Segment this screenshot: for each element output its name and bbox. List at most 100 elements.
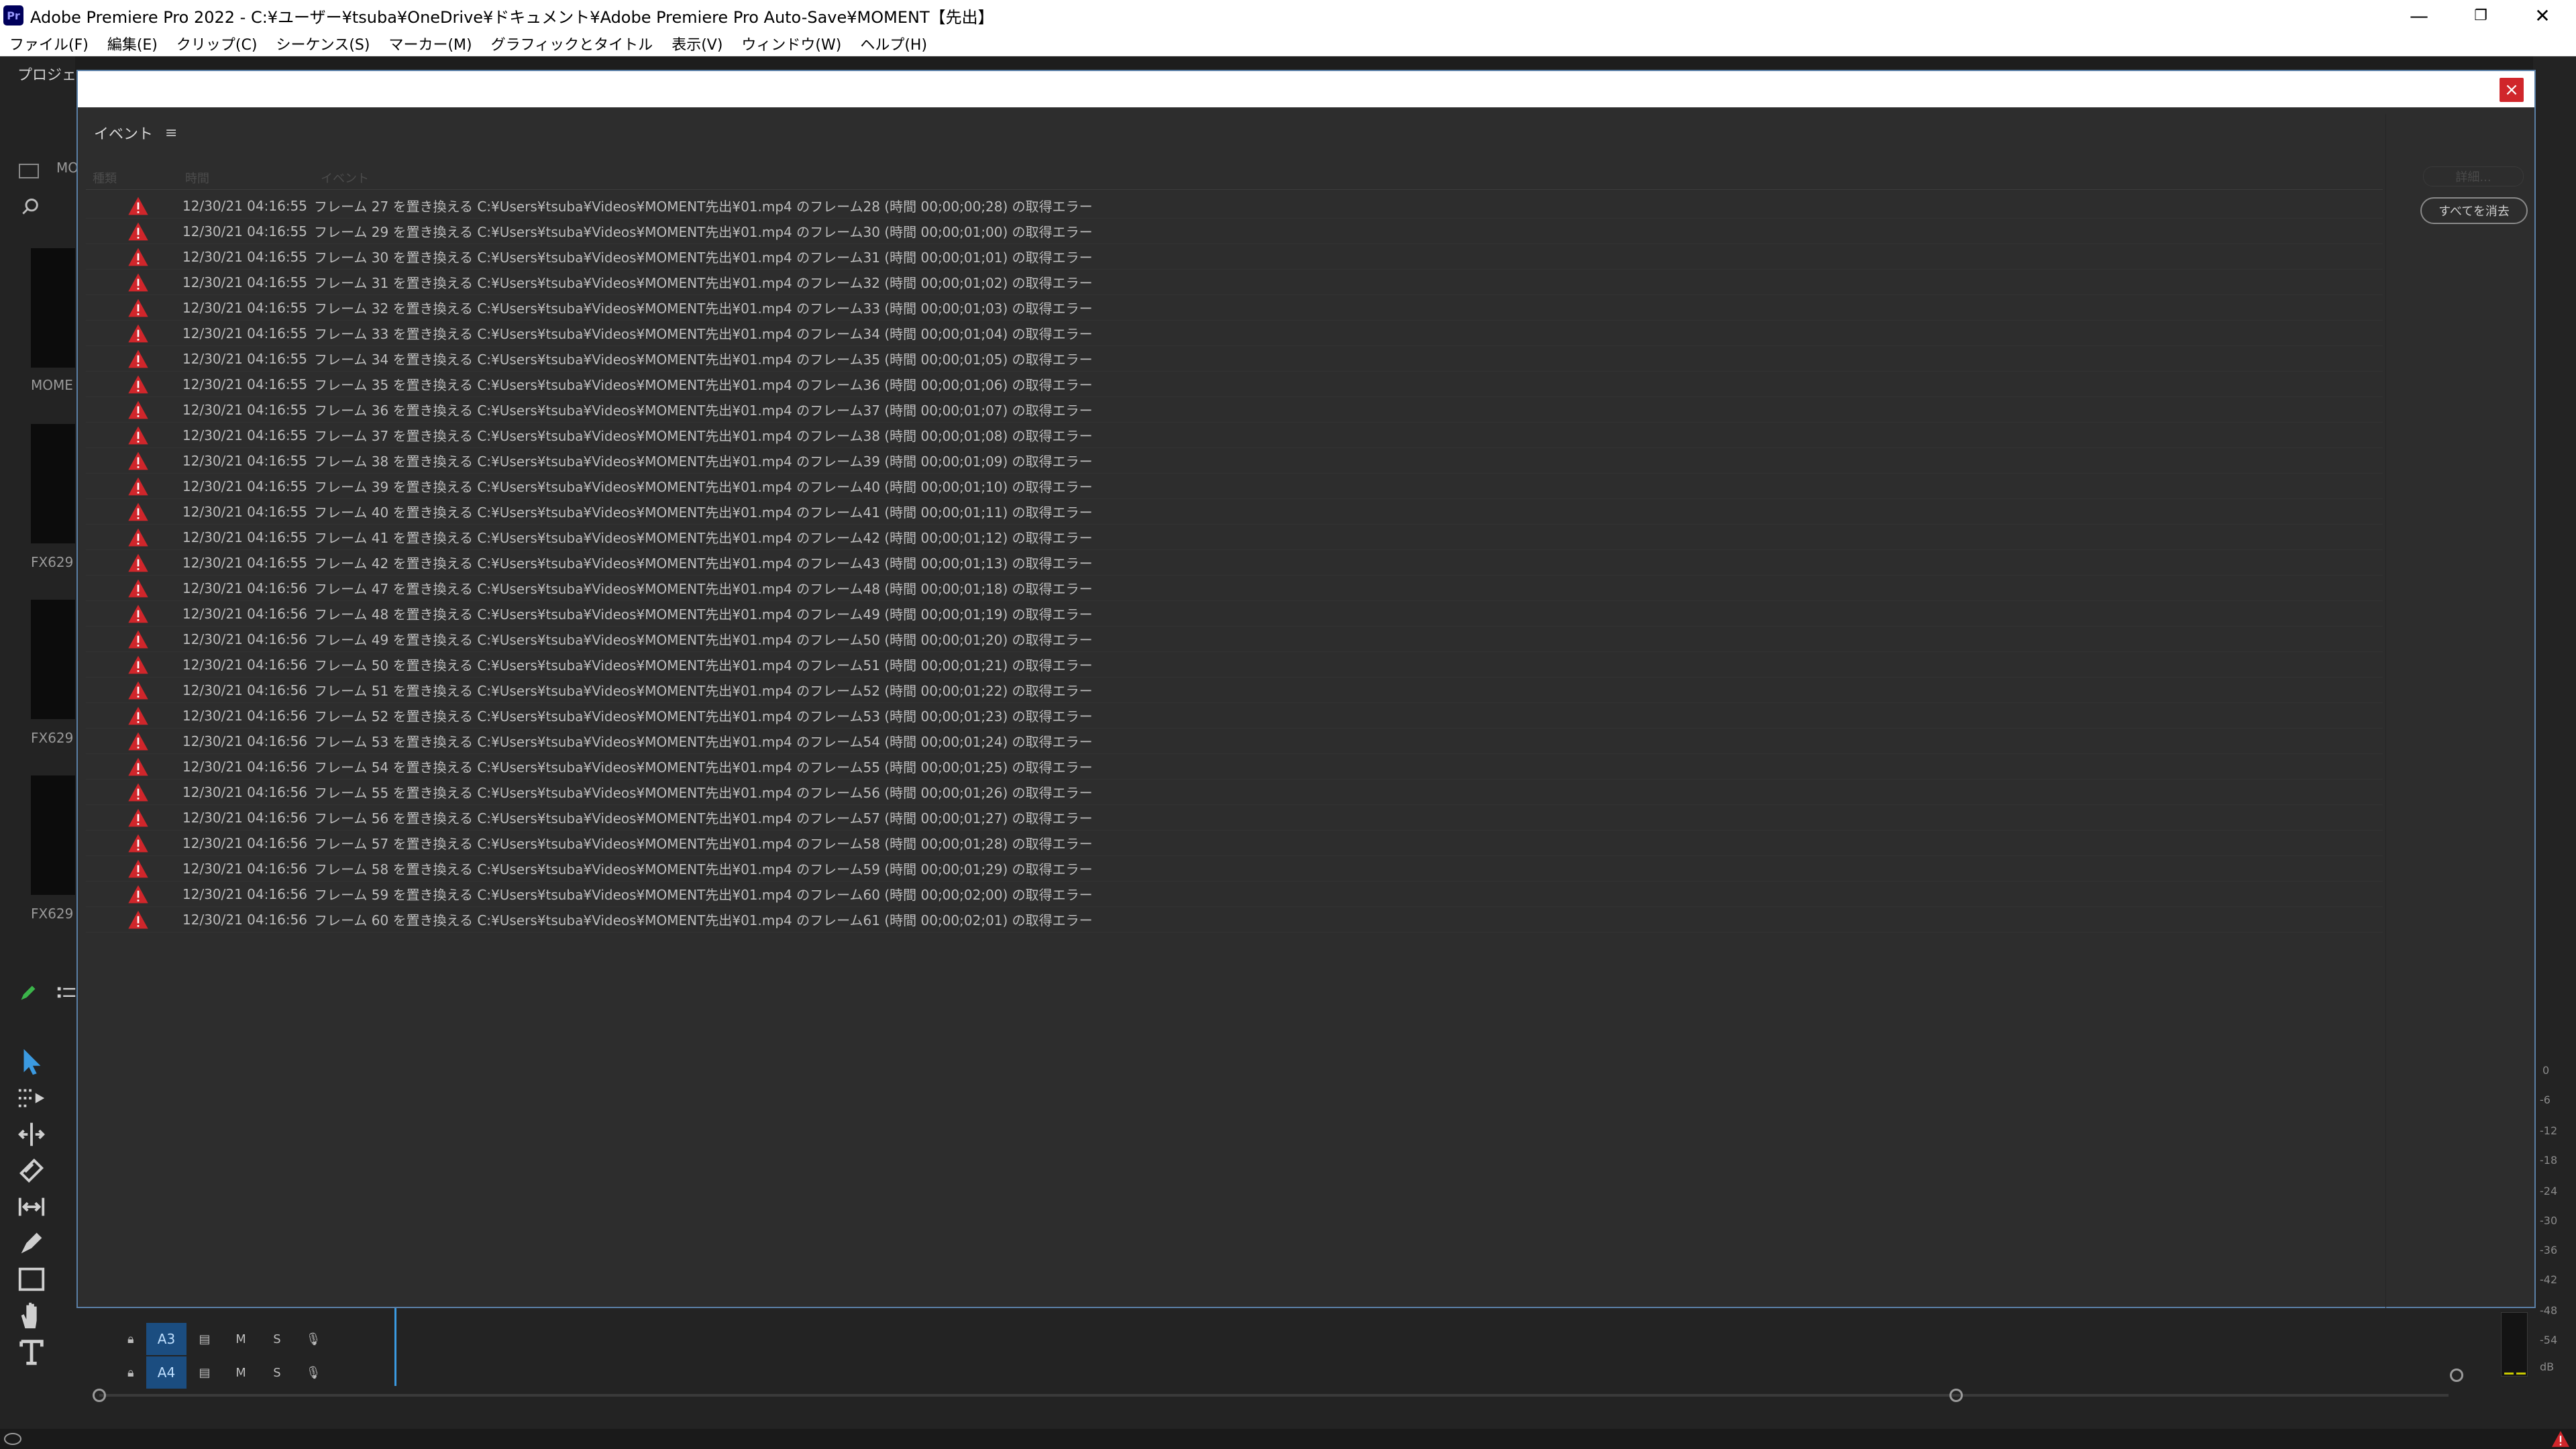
clip-thumbnail[interactable] [31, 424, 75, 543]
sync-lock-icon[interactable]: ▤ [186, 1332, 223, 1346]
menu-window[interactable]: ウィンドウ(W) [741, 33, 841, 54]
track-target[interactable]: A4 [146, 1356, 186, 1389]
column-header-time[interactable]: 時間 [185, 169, 209, 186]
bin-icon[interactable] [19, 164, 39, 178]
type-tool-icon[interactable] [16, 1336, 47, 1367]
dialog-close-button[interactable]: × [2500, 78, 2524, 102]
events-panel-title[interactable]: イベント [94, 122, 153, 144]
selection-tool-icon[interactable] [16, 1046, 47, 1077]
track-select-tool-icon[interactable] [16, 1083, 47, 1114]
event-row[interactable]: 12/30/21 04:16:55 フレーム 31 を置き換える C:¥Users… [86, 270, 2383, 295]
event-time: 12/30/21 04:16:56 [182, 860, 308, 877]
sync-lock-icon[interactable]: ▤ [186, 1366, 223, 1380]
menu-edit[interactable]: 編集(E) [107, 33, 158, 54]
close-window-button[interactable]: ✕ [2512, 0, 2573, 31]
scroll-handle-left[interactable] [93, 1389, 106, 1402]
event-row[interactable]: 12/30/21 04:16:56 フレーム 47 を置き換える C:¥Users… [86, 576, 2383, 601]
event-row[interactable]: 12/30/21 04:16:56 フレーム 56 を置き換える C:¥Users… [86, 805, 2383, 830]
menu-marker[interactable]: マーカー(M) [388, 33, 472, 54]
event-row[interactable]: 12/30/21 04:16:55 フレーム 35 を置き換える C:¥Users… [86, 372, 2383, 397]
event-row[interactable]: 12/30/21 04:16:56 フレーム 60 を置き換える C:¥Users… [86, 907, 2383, 932]
menu-help[interactable]: ヘルプ(H) [860, 33, 927, 54]
event-row[interactable]: 12/30/21 04:16:56 フレーム 53 を置き換える C:¥Users… [86, 729, 2383, 754]
event-message: フレーム 32 を置き換える C:¥Users¥tsuba¥Videos¥MOM… [314, 301, 1093, 317]
event-message: フレーム 31 を置き換える C:¥Users¥tsuba¥Videos¥MOM… [314, 275, 1093, 291]
event-row[interactable]: 12/30/21 04:16:56 フレーム 55 を置き換える C:¥Users… [86, 780, 2383, 805]
event-row[interactable]: 12/30/21 04:16:55 フレーム 34 を置き換える C:¥Users… [86, 346, 2383, 372]
details-button[interactable]: 詳細... [2423, 166, 2524, 186]
project-tab[interactable]: プロジェ [17, 63, 76, 85]
event-row[interactable]: 12/30/21 04:16:56 フレーム 48 を置き換える C:¥Users… [86, 601, 2383, 627]
minimize-button[interactable]: — [2388, 0, 2450, 31]
menu-file[interactable]: ファイル(F) [9, 33, 89, 54]
event-time: 12/30/21 04:16:56 [182, 758, 308, 775]
clear-all-button[interactable]: すべてを消去 [2420, 197, 2528, 224]
event-row[interactable]: 12/30/21 04:16:55 フレーム 32 を置き換える C:¥Users… [86, 295, 2383, 321]
event-row[interactable]: 12/30/21 04:16:55 フレーム 39 を置き換える C:¥Users… [86, 474, 2383, 499]
event-row[interactable]: 12/30/21 04:16:55 フレーム 42 を置き換える C:¥Users… [86, 550, 2383, 576]
warning-icon [125, 449, 152, 472]
event-row[interactable]: 12/30/21 04:16:55 フレーム 37 を置き換える C:¥Users… [86, 423, 2383, 448]
event-row[interactable]: 12/30/21 04:16:55 フレーム 36 を置き換える C:¥Users… [86, 397, 2383, 423]
microphone-icon[interactable]: 🎙︎ [295, 1332, 331, 1346]
event-row[interactable]: 12/30/21 04:16:56 フレーム 49 を置き換える C:¥Users… [86, 627, 2383, 652]
event-row[interactable]: 12/30/21 04:16:55 フレーム 29 を置き換える C:¥Users… [86, 219, 2383, 244]
pen-tool-icon[interactable] [16, 1228, 47, 1258]
event-row[interactable]: 12/30/21 04:16:55 フレーム 40 を置き換える C:¥Users… [86, 499, 2383, 525]
menu-graphics[interactable]: グラフィックとタイトル [491, 33, 653, 54]
warning-icon [125, 271, 152, 294]
list-view-icon[interactable] [56, 985, 76, 1001]
clip-thumbnail[interactable] [31, 600, 75, 719]
event-row[interactable]: 12/30/21 04:16:56 フレーム 59 を置き換える C:¥Users… [86, 881, 2383, 907]
clip-thumbnail[interactable] [31, 248, 75, 368]
event-row[interactable]: 12/30/21 04:16:55 フレーム 33 を置き換える C:¥Users… [86, 321, 2383, 346]
mute-button[interactable]: M [223, 1366, 259, 1380]
microphone-icon[interactable]: 🎙︎ [295, 1366, 331, 1380]
razor-tool-icon[interactable] [16, 1155, 47, 1186]
event-row[interactable]: 12/30/21 04:16:56 フレーム 54 を置き換える C:¥Users… [86, 754, 2383, 780]
event-time: 12/30/21 04:16:56 [182, 835, 308, 851]
event-row[interactable]: 12/30/21 04:16:56 フレーム 51 を置き換える C:¥Users… [86, 678, 2383, 703]
playhead[interactable] [394, 1308, 396, 1386]
event-time: 12/30/21 04:16:55 [182, 478, 308, 494]
event-row[interactable]: 12/30/21 04:16:56 フレーム 50 を置き換える C:¥Users… [86, 652, 2383, 678]
rectangle-tool-icon[interactable] [16, 1264, 47, 1295]
menu-clip[interactable]: クリップ(C) [176, 33, 258, 54]
mute-button[interactable]: M [223, 1332, 259, 1346]
warning-icon [125, 628, 152, 651]
event-row[interactable]: 12/30/21 04:16:56 フレーム 58 を置き換える C:¥Users… [86, 856, 2383, 881]
solo-button[interactable]: S [259, 1332, 295, 1346]
hand-tool-icon[interactable] [16, 1300, 47, 1331]
vertical-scroll-handle[interactable] [2450, 1368, 2463, 1382]
ripple-edit-tool-icon[interactable] [16, 1119, 47, 1150]
clip-thumbnail[interactable] [31, 775, 75, 895]
dialog-titlebar[interactable]: × [78, 71, 2534, 107]
lock-icon[interactable]: 🔒︎ [127, 1366, 146, 1380]
pencil-icon[interactable] [19, 983, 38, 1002]
event-row[interactable]: 12/30/21 04:16:55 フレーム 41 を置き換える C:¥Users… [86, 525, 2383, 550]
search-icon[interactable] [21, 197, 40, 216]
menu-bar: ファイル(F) 編集(E) クリップ(C) シーケンス(S) マーカー(M) グ… [0, 31, 2576, 56]
event-time: 12/30/21 04:16:55 [182, 401, 308, 418]
event-row[interactable]: 12/30/21 04:16:56 フレーム 57 を置き換える C:¥Users… [86, 830, 2383, 856]
scroll-handle-right[interactable] [1949, 1389, 1963, 1402]
event-time: 12/30/21 04:16:55 [182, 325, 308, 341]
maximize-button[interactable]: ❐ [2450, 0, 2512, 31]
event-row[interactable]: 12/30/21 04:16:55 フレーム 30 を置き換える C:¥Users… [86, 244, 2383, 270]
slip-tool-icon[interactable] [16, 1191, 47, 1222]
event-row[interactable]: 12/30/21 04:16:55 フレーム 27 を置き換える C:¥Users… [86, 193, 2383, 219]
menu-view[interactable]: 表示(V) [672, 33, 722, 54]
event-row[interactable]: 12/30/21 04:16:55 フレーム 38 を置き換える C:¥Users… [86, 448, 2383, 474]
warning-icon[interactable] [2551, 1430, 2571, 1448]
warning-icon [125, 602, 152, 625]
solo-button[interactable]: S [259, 1366, 295, 1380]
column-header-type[interactable]: 種類 [93, 169, 117, 186]
creative-cloud-icon[interactable] [3, 1432, 23, 1446]
menu-sequence[interactable]: シーケンス(S) [276, 33, 370, 54]
event-row[interactable]: 12/30/21 04:16:56 フレーム 52 を置き換える C:¥Users… [86, 703, 2383, 729]
panel-menu-icon[interactable]: ≡ [165, 125, 177, 142]
column-header-event[interactable]: イベント [321, 169, 369, 186]
track-target[interactable]: A3 [146, 1323, 186, 1355]
lock-icon[interactable]: 🔒︎ [127, 1332, 146, 1346]
timeline-scrollbar[interactable] [99, 1394, 2449, 1397]
